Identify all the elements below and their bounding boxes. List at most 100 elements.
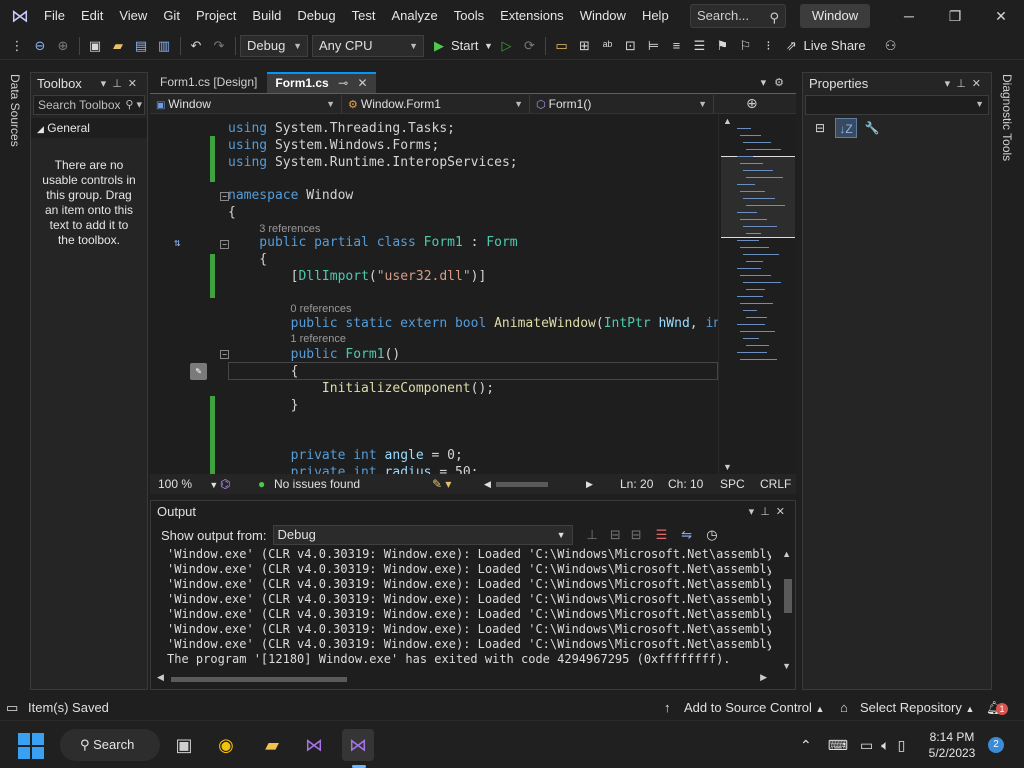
start-debug-icon[interactable]: ▶ — [428, 35, 450, 57]
menu-item-build[interactable]: Build — [244, 0, 289, 32]
file-explorer-icon[interactable]: ▰ — [256, 729, 288, 761]
taskbar-search-button[interactable]: ⚲ Search — [60, 729, 160, 761]
keyboard-icon[interactable]: ⌨ — [828, 737, 848, 754]
code-line[interactable]: private int angle = 0; — [228, 447, 463, 464]
menu-item-edit[interactable]: Edit — [73, 0, 111, 32]
display-icon[interactable]: ▭ — [860, 737, 873, 754]
horizontal-scrollbar-thumb[interactable] — [171, 677, 347, 682]
clear-all-icon[interactable]: ☰ — [656, 527, 668, 543]
git-icon[interactable]: ⌬ — [220, 474, 230, 494]
platform-dropdown[interactable]: Any CPU ▼ — [312, 34, 424, 57]
select-repository-button[interactable]: Select Repository ▲ — [860, 697, 974, 720]
scroll-right-icon[interactable]: ▶ — [760, 672, 767, 683]
code-editor[interactable]: − − − ⇅ ✎ using System.Threading.Tasks; u… — [150, 114, 718, 474]
chevron-down-icon[interactable]: ▼ — [482, 35, 494, 57]
find-message-icon[interactable]: ⊥ — [587, 527, 598, 543]
spell-check-icon[interactable]: ᵃᵇ — [596, 35, 618, 57]
minimap[interactable]: ▲ ▼ — [718, 114, 796, 474]
word-wrap-icon[interactable]: ⇋ — [681, 527, 692, 543]
codelens-references[interactable]: 3 references — [228, 223, 320, 236]
panel-header-icons[interactable]: ▾⊥✕ — [101, 73, 143, 95]
scroll-up-icon[interactable]: ▲ — [782, 549, 791, 559]
toolbox-group-general[interactable]: ◢ General — [31, 118, 147, 138]
split-editor-icon[interactable]: ⊕ — [746, 95, 758, 112]
menu-item-help[interactable]: Help — [634, 0, 677, 32]
code-line[interactable]: [DllImport("user32.dll")] — [228, 268, 487, 285]
code-line[interactable]: using System.Windows.Forms; — [228, 137, 439, 154]
pin-icon[interactable]: ⊸ — [338, 76, 348, 90]
save-all-icon[interactable]: ▥ — [153, 35, 175, 57]
battery-icon[interactable]: ▯ — [898, 737, 906, 754]
scroll-right-icon[interactable]: ▶ — [586, 474, 593, 494]
menu-item-window[interactable]: Window — [572, 0, 634, 32]
scroll-left-icon[interactable]: ◀ — [484, 474, 491, 494]
tab-overflow-icons[interactable]: ▾⚙ — [761, 72, 792, 94]
menu-item-extensions[interactable]: Extensions — [492, 0, 572, 32]
browse-folder-icon[interactable]: ▭ — [550, 35, 572, 57]
undo-icon[interactable]: ↶ — [185, 35, 207, 57]
code-line[interactable]: public static extern bool AnimateWindow(… — [228, 315, 718, 332]
hot-reload-icon[interactable]: ⟳ — [518, 35, 540, 57]
chevron-up-icon[interactable]: ⌃ — [800, 737, 812, 754]
codelens-references[interactable]: 0 references — [228, 303, 351, 316]
indent-icon[interactable]: ≡ — [665, 35, 687, 57]
open-folder-icon[interactable]: ▰ — [107, 35, 129, 57]
output-text[interactable]: 'Window.exe' (CLR v4.0.30319: Window.exe… — [151, 543, 771, 673]
volume-icon[interactable]: 🔈︎ — [881, 737, 889, 754]
code-line[interactable]: { — [228, 251, 267, 268]
visual-studio-icon[interactable]: ⋈ — [298, 729, 330, 761]
code-line[interactable]: using System.Runtime.InteropServices; — [228, 154, 518, 171]
redo-icon[interactable]: ↷ — [208, 35, 230, 57]
minimize-icon[interactable]: ─ — [886, 0, 932, 32]
search-input[interactable]: Search... ⚲ — [690, 4, 786, 28]
live-share-icon[interactable]: ⇗ — [780, 35, 802, 57]
codelens-references[interactable]: 1 reference — [228, 333, 346, 346]
toolbar-grip-icon[interactable]: ⋮ — [6, 35, 28, 57]
menu-item-analyze[interactable]: Analyze — [383, 0, 445, 32]
brush-icon[interactable]: ✎ ▾ — [432, 474, 451, 494]
column-number[interactable]: Ch: 10 — [668, 474, 703, 494]
code-line[interactable]: namespace Window — [228, 187, 353, 204]
output-horizontal-scrollbar[interactable]: ◀ ▶ — [157, 672, 767, 685]
code-line[interactable]: { — [228, 204, 236, 221]
toolbar-overflow-icon[interactable]: ⁝ — [757, 35, 779, 57]
visual-studio-logo-icon[interactable]: ⋈ — [8, 6, 32, 26]
close-icon[interactable]: ✕ — [978, 0, 1024, 32]
toolbox-search-input[interactable]: Search Toolbox ⚲ ▾ — [33, 95, 145, 115]
menu-item-test[interactable]: Test — [344, 0, 384, 32]
object-selector-dropdown[interactable]: ▼ — [805, 95, 989, 115]
categorized-icon[interactable]: ⊟ — [809, 118, 831, 138]
output-source-dropdown[interactable]: Debug ▼ — [272, 525, 573, 545]
comment-icon[interactable]: ⊨ — [642, 35, 664, 57]
feedback-icon[interactable]: ⚇ — [880, 35, 902, 57]
restore-icon[interactable]: ❐ — [932, 0, 978, 32]
line-ending-indicator[interactable]: CRLF — [760, 474, 791, 494]
bookmark-next-icon[interactable]: ⚐ — [734, 35, 756, 57]
spacing-indicator[interactable]: SPC — [720, 474, 745, 494]
next-message-icon[interactable]: ⊟ — [631, 527, 642, 543]
code-line[interactable]: InitializeComponent(); — [228, 380, 494, 397]
solution-name-badge[interactable]: Window — [800, 4, 870, 28]
menu-item-git[interactable]: Git — [155, 0, 188, 32]
clock-icon[interactable]: ◷ — [706, 527, 717, 543]
project-dropdown[interactable]: ▣ Window ▼ — [150, 94, 342, 113]
format-icon[interactable]: ⊡ — [619, 35, 641, 57]
scroll-down-icon[interactable]: ▼ — [782, 661, 791, 671]
code-line[interactable]: using System.Threading.Tasks; — [228, 120, 455, 137]
issues-status[interactable]: No issues found — [274, 474, 360, 494]
scroll-left-icon[interactable]: ◀ — [157, 672, 164, 683]
menu-item-view[interactable]: View — [111, 0, 155, 32]
panel-header-icons[interactable]: ▾⊥✕ — [749, 501, 791, 523]
bookmark-icon[interactable]: ⚑ — [711, 35, 733, 57]
line-number[interactable]: Ln: 20 — [620, 474, 653, 494]
tab-form1-cs[interactable]: Form1.cs ⊸ ✕ — [267, 72, 376, 93]
member-dropdown[interactable]: ⬡ Form1() ▼ — [530, 94, 714, 113]
live-share-button[interactable]: Live Share — [803, 38, 865, 53]
implementation-glyph-icon[interactable]: ⇅ — [174, 236, 181, 249]
property-pages-icon[interactable]: 🔧 — [861, 118, 883, 138]
menu-item-tools[interactable]: Tools — [446, 0, 492, 32]
configuration-dropdown[interactable]: Debug ▼ — [240, 34, 308, 57]
menu-item-debug[interactable]: Debug — [289, 0, 343, 32]
start-button[interactable]: Start — [451, 38, 478, 53]
horizontal-scrollbar-thumb[interactable] — [496, 482, 548, 487]
